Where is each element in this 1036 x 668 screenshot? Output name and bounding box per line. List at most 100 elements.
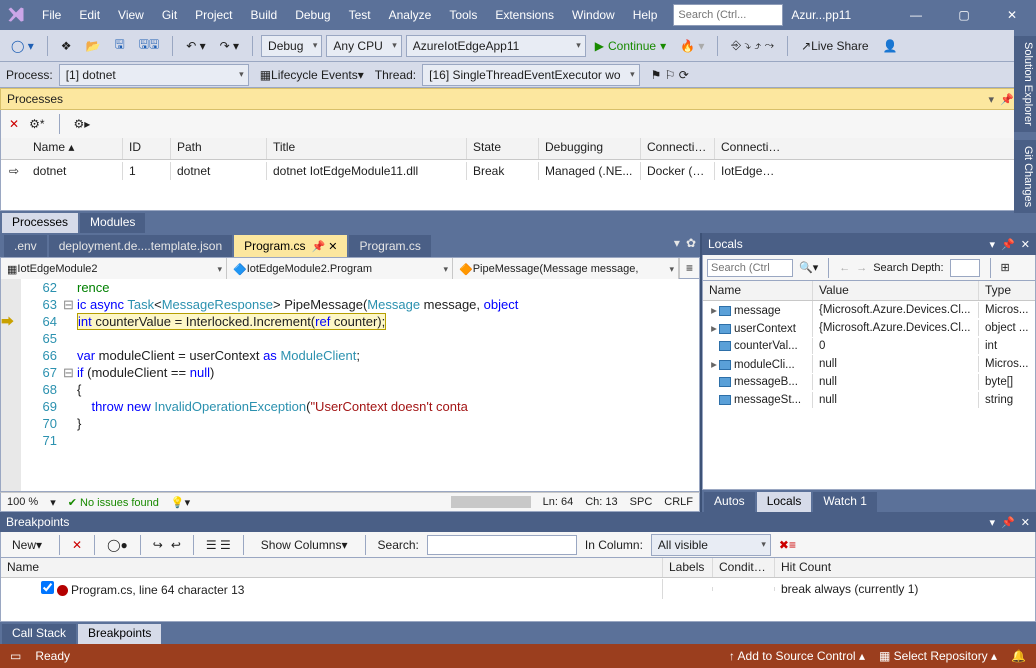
locals-col-value[interactable]: Value bbox=[813, 281, 979, 300]
pin-icon[interactable]: 📌 bbox=[1000, 93, 1014, 106]
tab-autos[interactable]: Autos bbox=[704, 492, 755, 512]
doctab[interactable]: .env bbox=[4, 235, 47, 257]
doctab[interactable]: deployment.de....template.json bbox=[49, 235, 232, 257]
lifecycle-events-button[interactable]: ▦ Lifecycle Events ▾ bbox=[255, 64, 369, 86]
locals-row[interactable]: ▸message{Microsoft.Azure.Devices.Cl...Mi… bbox=[703, 301, 1035, 319]
menu-analyze[interactable]: Analyze bbox=[381, 4, 440, 26]
menu-extensions[interactable]: Extensions bbox=[487, 4, 562, 26]
locals-search-button[interactable]: 🔍▾ bbox=[799, 261, 818, 274]
tab-processes[interactable]: Processes bbox=[2, 213, 78, 233]
thread-combo[interactable]: [16] SingleThreadEventExecutor wo bbox=[422, 64, 639, 86]
project-combo[interactable]: ▦ IotEdgeModule2 bbox=[1, 258, 227, 280]
col-title[interactable]: Title bbox=[267, 138, 467, 159]
menu-build[interactable]: Build bbox=[243, 4, 286, 26]
class-combo[interactable]: 🔷 IotEdgeModule2.Program bbox=[227, 258, 453, 280]
processes-settings2-icon[interactable]: ⚙▸ bbox=[74, 117, 91, 131]
member-combo[interactable]: 🔶 PipeMessage(Message message, bbox=[453, 258, 679, 280]
bp-group-icons[interactable]: ☰ ☰ bbox=[206, 538, 231, 552]
locals-close-icon[interactable]: ✕ bbox=[1021, 238, 1030, 251]
horizontal-scrollbar[interactable] bbox=[451, 496, 531, 508]
live-share-button[interactable]: ↗ Live Share bbox=[796, 35, 873, 57]
menu-project[interactable]: Project bbox=[187, 4, 240, 26]
tab-locals[interactable]: Locals bbox=[757, 492, 812, 512]
close-button[interactable]: ✕ bbox=[994, 8, 1030, 22]
doctab[interactable]: Program.cs bbox=[349, 235, 430, 257]
lightbulb-icon[interactable]: 💡▾ bbox=[171, 496, 190, 509]
undo-button[interactable]: ↶ ▾ bbox=[181, 35, 210, 57]
save-button[interactable]: 🖫 bbox=[110, 35, 130, 57]
dropdown-icon[interactable]: ▾ bbox=[989, 93, 995, 106]
tab-call-stack[interactable]: Call Stack bbox=[2, 624, 76, 644]
continue-button[interactable]: ▶Continue ▾ bbox=[590, 35, 671, 57]
locals-row[interactable]: messageB...nullbyte[] bbox=[703, 373, 1035, 391]
locals-row[interactable]: counterVal...0int bbox=[703, 337, 1035, 355]
maximize-button[interactable]: ▢ bbox=[946, 8, 982, 22]
bp-search-input[interactable] bbox=[427, 535, 577, 555]
bp-dropdown-icon[interactable]: ▾ bbox=[990, 516, 996, 529]
locals-col-type[interactable]: Type bbox=[979, 281, 1035, 300]
tab-modules[interactable]: Modules bbox=[80, 213, 145, 233]
save-all-button[interactable]: 🖫🖫 bbox=[134, 35, 164, 57]
side-rail-git-changes[interactable]: Git Changes bbox=[1014, 140, 1036, 213]
notifications-icon[interactable]: 🔔 bbox=[1011, 649, 1026, 663]
doctab[interactable]: Program.cs 📌 ✕ bbox=[234, 235, 347, 257]
new-item-button[interactable]: ❖ bbox=[56, 35, 77, 57]
locals-dropdown-icon[interactable]: ▾ bbox=[990, 238, 996, 251]
locals-search-input[interactable] bbox=[707, 259, 793, 277]
stack-frame-buttons[interactable]: ⚑ ⚐ ⟳ bbox=[646, 64, 694, 86]
bp-col-condition[interactable]: Condition bbox=[713, 558, 775, 577]
zoom-combo[interactable]: 100 % bbox=[7, 496, 38, 508]
col-name[interactable]: Name ▴ bbox=[27, 138, 123, 159]
config-combo[interactable]: Debug bbox=[261, 35, 322, 57]
code-editor[interactable]: ⮕ 62636465666768697071 ⊟⊟ renceic async … bbox=[0, 279, 700, 492]
col-path[interactable]: Path bbox=[171, 138, 267, 159]
feedback-button[interactable]: 👤 bbox=[878, 35, 903, 57]
process-row[interactable]: ⇨dotnet1dotnetdotnet IotEdgeModule11.dll… bbox=[1, 160, 1035, 182]
col-conn1[interactable]: Connectio... bbox=[641, 138, 715, 159]
bp-import-icon[interactable]: ↩ bbox=[171, 538, 181, 552]
side-rail-solution-explorer[interactable]: Solution Explorer bbox=[1014, 36, 1036, 132]
select-repository-button[interactable]: ▦ Select Repository ▴ bbox=[879, 649, 997, 663]
col-id[interactable]: ID bbox=[123, 138, 171, 159]
output-icon[interactable]: ▭ bbox=[10, 649, 21, 663]
locals-row[interactable]: messageSt...nullstring bbox=[703, 391, 1035, 409]
platform-combo[interactable]: Any CPU bbox=[326, 35, 401, 57]
locals-nav-back[interactable]: ← bbox=[839, 262, 850, 274]
bp-col-hitcount[interactable]: Hit Count bbox=[775, 558, 1035, 577]
menu-file[interactable]: File bbox=[34, 4, 69, 26]
bp-close-icon[interactable]: ✕ bbox=[1021, 516, 1030, 529]
col-conn2[interactable]: Connectio... bbox=[715, 138, 787, 159]
bp-new-button[interactable]: New ▾ bbox=[7, 534, 47, 556]
bp-col-labels[interactable]: Labels bbox=[663, 558, 713, 577]
split-icon[interactable]: ≡ bbox=[679, 258, 699, 278]
bp-export-icon[interactable]: ↪ bbox=[153, 538, 163, 552]
col-state[interactable]: State bbox=[467, 138, 539, 159]
add-source-control-button[interactable]: ↑ Add to Source Control ▴ bbox=[729, 649, 865, 663]
doctabs-settings-icon[interactable]: ✿ bbox=[686, 236, 696, 250]
locals-row[interactable]: ▸userContext{Microsoft.Azure.Devices.Cl.… bbox=[703, 319, 1035, 337]
tab-watch-1[interactable]: Watch 1 bbox=[813, 492, 877, 512]
bp-enabled-checkbox[interactable] bbox=[41, 581, 54, 594]
breakpoint-row[interactable]: Program.cs, line 64 character 13break al… bbox=[1, 578, 1035, 600]
bp-col-name[interactable]: Name bbox=[1, 558, 663, 577]
menu-tools[interactable]: Tools bbox=[441, 4, 485, 26]
menu-help[interactable]: Help bbox=[625, 4, 666, 26]
doctabs-dropdown-icon[interactable]: ▾ bbox=[674, 236, 680, 250]
locals-tool-icon[interactable]: ⊞ bbox=[1001, 261, 1010, 274]
open-button[interactable]: 📂 bbox=[81, 35, 106, 57]
bp-incolumn-combo[interactable]: All visible bbox=[651, 534, 771, 556]
processes-settings-icon[interactable]: ⚙* bbox=[29, 117, 44, 131]
menu-debug[interactable]: Debug bbox=[287, 4, 338, 26]
tab-breakpoints[interactable]: Breakpoints bbox=[78, 624, 161, 644]
bp-clear-search-icon[interactable]: ✖≡ bbox=[779, 538, 796, 552]
bp-toggle-icons[interactable]: ◯● bbox=[107, 538, 128, 552]
col-debugging[interactable]: Debugging bbox=[539, 138, 641, 159]
redo-button[interactable]: ↷ ▾ bbox=[215, 35, 244, 57]
minimize-button[interactable]: — bbox=[898, 8, 934, 22]
nav-back-button[interactable]: ◯ ▾ bbox=[6, 35, 39, 57]
search-depth-input[interactable] bbox=[950, 259, 980, 277]
process-combo[interactable]: [1] dotnet bbox=[59, 64, 249, 86]
bp-showcolumns-button[interactable]: Show Columns ▾ bbox=[256, 534, 353, 556]
startup-project-combo[interactable]: AzureIotEdgeApp11 bbox=[406, 35, 586, 57]
hot-reload-button[interactable]: 🔥 ▾ bbox=[675, 35, 709, 57]
